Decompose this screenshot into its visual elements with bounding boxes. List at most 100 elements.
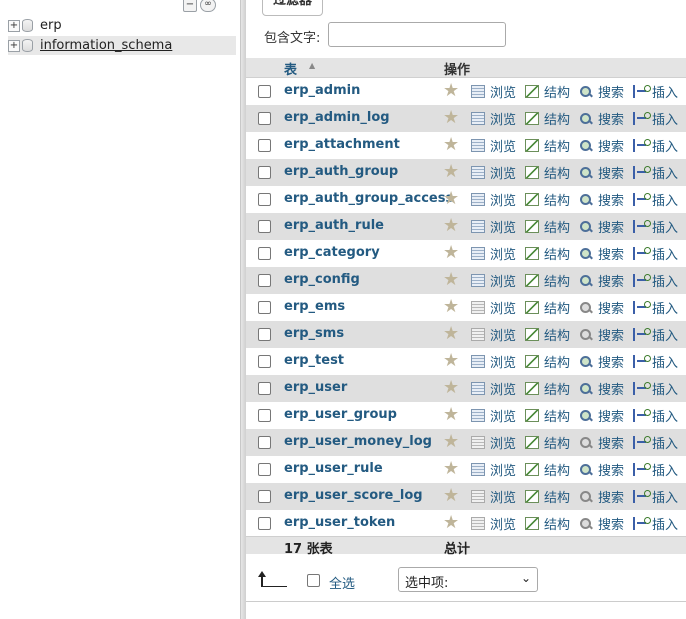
browse-action[interactable]: 浏览 [471, 298, 516, 317]
structure-action[interactable]: 结构 [525, 352, 570, 371]
filter-input[interactable] [328, 22, 506, 47]
search-action[interactable]: 搜索 [579, 514, 624, 533]
table-name-link[interactable]: erp_admin [284, 83, 360, 98]
favorite-star-icon[interactable]: ★ [443, 135, 459, 155]
structure-action[interactable]: 结构 [525, 271, 570, 290]
search-action[interactable]: 搜索 [579, 163, 624, 182]
structure-action[interactable]: 结构 [525, 325, 570, 344]
structure-action[interactable]: 结构 [525, 460, 570, 479]
link-with-main-panel-button[interactable]: ∞ [200, 0, 216, 12]
browse-action[interactable]: 浏览 [471, 352, 516, 371]
structure-action[interactable]: 结构 [525, 433, 570, 452]
search-action[interactable]: 搜索 [579, 433, 624, 452]
insert-action[interactable]: 插入 [633, 379, 678, 398]
row-checkbox[interactable] [258, 409, 271, 422]
insert-action[interactable]: 插入 [633, 325, 678, 344]
favorite-star-icon[interactable]: ★ [443, 216, 459, 236]
structure-action[interactable]: 结构 [525, 190, 570, 209]
structure-action[interactable]: 结构 [525, 406, 570, 425]
favorite-star-icon[interactable]: ★ [443, 432, 459, 452]
insert-action[interactable]: 插入 [633, 109, 678, 128]
database-item-information-schema[interactable]: + information_schema [8, 36, 236, 55]
favorite-star-icon[interactable]: ★ [443, 351, 459, 371]
row-checkbox[interactable] [258, 193, 271, 206]
browse-action[interactable]: 浏览 [471, 109, 516, 128]
row-checkbox[interactable] [258, 355, 271, 368]
favorite-star-icon[interactable]: ★ [443, 189, 459, 209]
table-name-link[interactable]: erp_user_group [284, 407, 397, 422]
browse-action[interactable]: 浏览 [471, 433, 516, 452]
row-checkbox[interactable] [258, 328, 271, 341]
favorite-star-icon[interactable]: ★ [443, 162, 459, 182]
insert-action[interactable]: 插入 [633, 136, 678, 155]
search-action[interactable]: 搜索 [579, 190, 624, 209]
search-action[interactable]: 搜索 [579, 298, 624, 317]
insert-action[interactable]: 插入 [633, 190, 678, 209]
table-name-link[interactable]: erp_sms [284, 326, 344, 341]
browse-action[interactable]: 浏览 [471, 406, 516, 425]
table-name-link[interactable]: erp_config [284, 272, 360, 287]
structure-action[interactable]: 结构 [525, 298, 570, 317]
table-name-link[interactable]: erp_auth_rule [284, 218, 384, 233]
table-name-link[interactable]: erp_user_money_log [284, 434, 432, 449]
database-name[interactable]: erp [40, 18, 62, 33]
database-item-erp[interactable]: + erp [8, 16, 236, 35]
browse-action[interactable]: 浏览 [471, 217, 516, 236]
search-action[interactable]: 搜索 [579, 217, 624, 236]
favorite-star-icon[interactable]: ★ [443, 405, 459, 425]
favorite-star-icon[interactable]: ★ [443, 243, 459, 263]
row-checkbox[interactable] [258, 382, 271, 395]
row-checkbox[interactable] [258, 301, 271, 314]
structure-action[interactable]: 结构 [525, 487, 570, 506]
search-action[interactable]: 搜索 [579, 406, 624, 425]
search-action[interactable]: 搜索 [579, 460, 624, 479]
search-action[interactable]: 搜索 [579, 109, 624, 128]
insert-action[interactable]: 插入 [633, 433, 678, 452]
insert-action[interactable]: 插入 [633, 298, 678, 317]
table-name-link[interactable]: erp_ems [284, 299, 345, 314]
row-checkbox[interactable] [258, 436, 271, 449]
structure-action[interactable]: 结构 [525, 217, 570, 236]
structure-action[interactable]: 结构 [525, 136, 570, 155]
insert-action[interactable]: 插入 [633, 514, 678, 533]
insert-action[interactable]: 插入 [633, 352, 678, 371]
structure-action[interactable]: 结构 [525, 163, 570, 182]
table-name-link[interactable]: erp_attachment [284, 137, 400, 152]
browse-action[interactable]: 浏览 [471, 379, 516, 398]
table-name-link[interactable]: erp_auth_group [284, 164, 398, 179]
browse-action[interactable]: 浏览 [471, 271, 516, 290]
row-checkbox[interactable] [258, 220, 271, 233]
table-name-link[interactable]: erp_user_token [284, 515, 395, 530]
expand-icon[interactable]: + [8, 39, 20, 52]
table-name-link[interactable]: erp_user_rule [284, 461, 383, 476]
favorite-star-icon[interactable]: ★ [443, 270, 459, 290]
insert-action[interactable]: 插入 [633, 244, 678, 263]
search-action[interactable]: 搜索 [579, 352, 624, 371]
browse-action[interactable]: 浏览 [471, 163, 516, 182]
favorite-star-icon[interactable]: ★ [443, 486, 459, 506]
structure-action[interactable]: 结构 [525, 109, 570, 128]
structure-action[interactable]: 结构 [525, 82, 570, 101]
browse-action[interactable]: 浏览 [471, 460, 516, 479]
row-checkbox[interactable] [258, 85, 271, 98]
favorite-star-icon[interactable]: ★ [443, 81, 459, 101]
favorite-star-icon[interactable]: ★ [443, 459, 459, 479]
row-checkbox[interactable] [258, 247, 271, 260]
browse-action[interactable]: 浏览 [471, 325, 516, 344]
row-checkbox[interactable] [258, 490, 271, 503]
browse-action[interactable]: 浏览 [471, 190, 516, 209]
expand-icon[interactable]: + [8, 19, 20, 32]
browse-action[interactable]: 浏览 [471, 487, 516, 506]
insert-action[interactable]: 插入 [633, 406, 678, 425]
table-name-link[interactable]: erp_category [284, 245, 380, 260]
insert-action[interactable]: 插入 [633, 163, 678, 182]
browse-action[interactable]: 浏览 [471, 82, 516, 101]
structure-action[interactable]: 结构 [525, 514, 570, 533]
row-checkbox[interactable] [258, 517, 271, 530]
row-checkbox[interactable] [258, 463, 271, 476]
table-name-link[interactable]: erp_user [284, 380, 347, 395]
insert-action[interactable]: 插入 [633, 460, 678, 479]
select-all-checkbox[interactable] [307, 574, 320, 587]
favorite-star-icon[interactable]: ★ [443, 108, 459, 128]
collapse-all-button[interactable]: − [183, 0, 197, 12]
